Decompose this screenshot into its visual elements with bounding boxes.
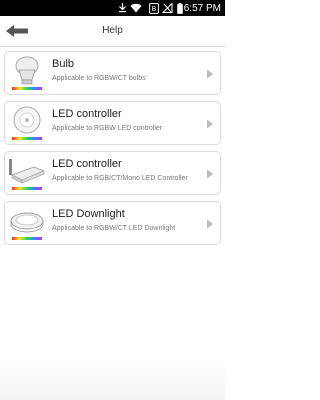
chevron-right-icon [207,69,213,79]
device-subtitle: Applicable to RGBW/CT LED Downlight [52,225,176,232]
device-title: LED Downlight [52,208,125,220]
strip-controller-icon [8,155,46,191]
page-title: Help [102,25,123,36]
sim-icon: B [149,0,159,16]
chevron-right-icon [207,119,213,129]
footer-background [0,360,225,400]
list-item-led-controller-rgbw[interactable]: LED controller Applicable to RGBW LED co… [4,101,221,145]
list-item-led-controller-rgb[interactable]: LED controller Applicable to RGB/CT/Mono… [4,151,221,195]
device-subtitle: Applicable to RGBW LED controller [52,125,163,132]
wifi-icon [130,0,142,16]
chevron-right-icon [207,169,213,179]
download-icon [118,0,127,16]
status-time: 6:57 PM [183,2,221,14]
battery-icon [177,0,183,16]
round-controller-icon [8,105,46,141]
back-button[interactable] [4,21,30,41]
device-title: Bulb [52,58,75,70]
back-arrow-icon [6,25,28,37]
bulb-icon [8,55,46,91]
no-signal-icon [162,0,173,16]
device-list: Bulb Applicable to RGBW/CT bulbs LED con… [0,47,225,245]
app-header: Help [0,16,225,47]
list-item-bulb[interactable]: Bulb Applicable to RGBW/CT bulbs [4,51,221,95]
downlight-icon [8,205,46,241]
device-subtitle: Applicable to RGBW/CT bulbs [52,75,146,82]
status-bar: B 6:57 PM [0,0,225,16]
chevron-right-icon [207,219,213,229]
device-subtitle: Applicable to RGB/CT/Mono LED Controller [52,175,188,182]
device-title: LED controller [52,108,122,120]
svg-text:B: B [152,6,157,13]
device-title: LED controller [52,158,122,170]
list-item-led-downlight[interactable]: LED Downlight Applicable to RGBW/CT LED … [4,201,221,245]
